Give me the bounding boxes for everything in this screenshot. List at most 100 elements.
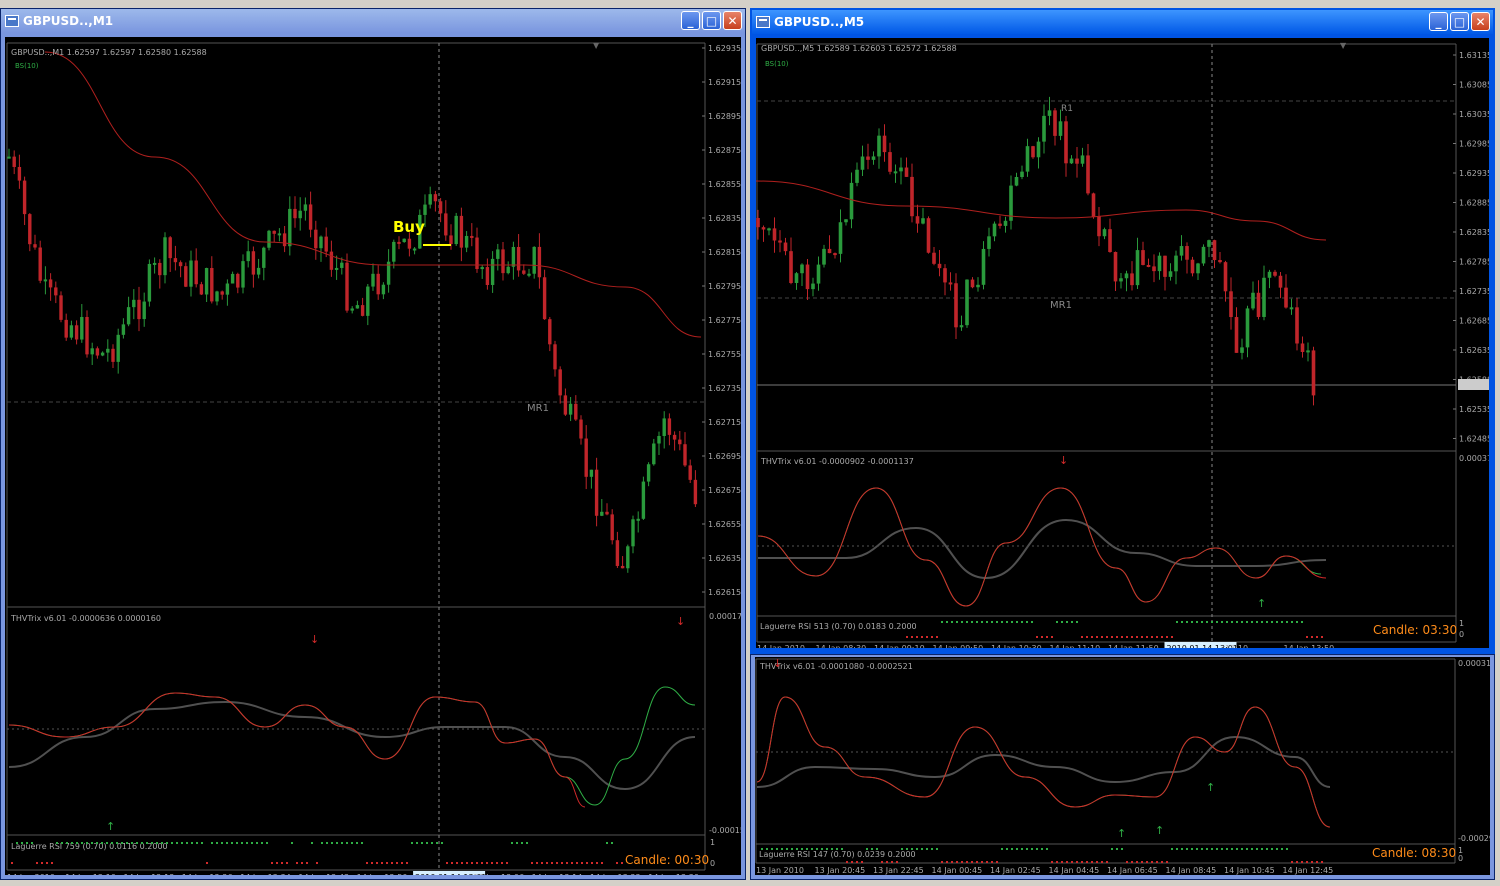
bear-candle	[537, 246, 542, 278]
rsi-dot	[361, 842, 363, 844]
minimize-button[interactable]: _	[681, 11, 700, 30]
time-tick-label: 14 Jan 2010	[7, 873, 55, 875]
bear-candle	[789, 251, 793, 283]
chart-svg-h2[interactable]: THVTrix v6.01 -0.0001080 -0.0002521 0.00…	[755, 657, 1490, 875]
bear-candle	[1229, 291, 1233, 318]
rsi-dot	[36, 862, 38, 864]
rsi-dot	[511, 842, 513, 844]
rsi-dot	[1311, 636, 1313, 638]
rsi-dot	[1021, 621, 1023, 623]
bull-candle	[1119, 278, 1123, 282]
rsi-dot	[1126, 636, 1128, 638]
rsi-dot	[1136, 636, 1138, 638]
chart-window-m1[interactable]: GBPUSD..,M1 _ □ ✕ GBPUSD..,M1 1.62597 1.…	[0, 8, 746, 880]
maximize-button[interactable]: □	[1450, 12, 1469, 31]
chart-canvas-m1[interactable]: GBPUSD..,M1 1.62597 1.62597 1.62580 1.62…	[5, 37, 741, 875]
bear-candle	[459, 215, 464, 248]
chart-canvas-m5[interactable]: GBPUSD..,M5 1.62589 1.62603 1.62572 1.62…	[756, 38, 1489, 648]
rsi-dot	[121, 842, 123, 844]
bull-candle	[126, 307, 131, 325]
trix-label: THVTrix v6.01 -0.0000902 -0.0001137	[760, 457, 914, 466]
chart-canvas-h2[interactable]: THVTrix v6.01 -0.0001080 -0.0002521 0.00…	[755, 657, 1490, 875]
bear-candle	[574, 403, 578, 420]
rsi-dot	[351, 842, 353, 844]
bull-candle	[1207, 240, 1211, 247]
rsi-dot	[956, 621, 958, 623]
bull-candle	[147, 263, 152, 302]
rsi-dot	[1146, 861, 1148, 863]
chart-svg-m1[interactable]: GBPUSD..,M1 1.62597 1.62597 1.62580 1.62…	[5, 37, 741, 875]
trix-axis-top: 0.000372	[1459, 454, 1489, 463]
time-tick-label: 13 Jan 20:45	[815, 866, 866, 875]
rsi-dot	[341, 842, 343, 844]
bear-candle	[563, 395, 568, 415]
price-tick-label: 1.63035	[1459, 110, 1489, 119]
bull-candle	[142, 301, 146, 320]
bull-candle	[303, 204, 308, 211]
chart-window-m5[interactable]: GBPUSD..,M5 _ □ ✕ GBPUSD..,M5 1.62589 1.…	[750, 8, 1495, 654]
up-arrow-icon: ↑	[1117, 827, 1126, 840]
bull-candle	[1014, 176, 1019, 186]
chart-window-h2[interactable]: THVTrix v6.01 -0.0001080 -0.0002521 0.00…	[750, 654, 1495, 880]
bear-candle	[970, 279, 975, 288]
close-button[interactable]: ✕	[723, 11, 742, 30]
rsi-dot	[1261, 621, 1263, 623]
bull-candle	[626, 546, 630, 569]
rsi-dot	[1201, 621, 1203, 623]
rsi-dot	[1301, 621, 1303, 623]
scroll-marker-icon[interactable]: ▼	[593, 41, 600, 50]
bull-candle	[132, 299, 136, 308]
bear-candle	[1130, 273, 1134, 286]
bear-candle	[137, 299, 141, 320]
window-titlebar[interactable]: GBPUSD..,M5 _ □ ✕	[752, 10, 1493, 34]
rsi-dot	[1041, 636, 1043, 638]
bull-candle	[877, 135, 881, 157]
price-tick-label: 1.63085	[1459, 81, 1489, 90]
rsi-dot	[1121, 636, 1123, 638]
bear-candle	[407, 238, 412, 249]
close-button[interactable]: ✕	[1471, 12, 1490, 31]
bear-candle	[85, 316, 89, 355]
chart-svg-m5[interactable]: GBPUSD..,M5 1.62589 1.62603 1.62572 1.62…	[756, 38, 1489, 648]
rsi-dot	[1121, 848, 1123, 850]
up-arrow-icon: ↑	[106, 820, 115, 833]
rsi-dot	[1026, 848, 1028, 850]
mr1-label: MR1	[527, 403, 549, 414]
window-title: GBPUSD..,M1	[23, 14, 114, 28]
bull-candle	[511, 246, 516, 267]
window-titlebar[interactable]: GBPUSD..,M1 _ □ ✕	[1, 9, 745, 33]
bull-candle	[965, 279, 969, 326]
bull-candle	[116, 334, 120, 362]
time-tick-label: 14 Jan 12:10	[65, 873, 116, 875]
rsi-dot	[396, 862, 398, 864]
time-tick-label: 14 Jan 12:18	[124, 873, 175, 875]
rsi-dot	[471, 862, 473, 864]
rsi-dot	[271, 862, 273, 864]
rsi-dot	[1241, 621, 1243, 623]
bull-candle	[987, 236, 991, 249]
bull-candle	[1289, 307, 1294, 310]
bear-candle	[584, 438, 588, 477]
rsi-dot	[1196, 848, 1198, 850]
rsi-dot	[841, 848, 843, 850]
bear-candle	[548, 319, 552, 345]
rsi-dot	[391, 862, 393, 864]
bear-candle	[251, 251, 256, 275]
bear-candle	[293, 208, 297, 219]
price-tick-label: 1.62785	[1459, 258, 1489, 267]
bear-candle	[926, 218, 931, 253]
rsi-dot	[1301, 861, 1303, 863]
bear-candle	[17, 166, 22, 181]
rsi-dot	[131, 842, 133, 844]
maximize-button[interactable]: □	[702, 11, 721, 30]
rsi-dot	[1036, 636, 1038, 638]
bear-candle	[1284, 287, 1288, 308]
time-tick-label: 14 Jan 13:22	[590, 873, 641, 875]
minimize-button[interactable]: _	[1429, 12, 1448, 31]
bull-candle	[1174, 255, 1178, 272]
rsi-dot	[811, 848, 813, 850]
rsi-dot	[1011, 621, 1013, 623]
rsi-dot	[796, 848, 798, 850]
bull-candle	[1003, 220, 1008, 226]
scroll-marker-icon[interactable]: ▼	[1340, 41, 1347, 50]
